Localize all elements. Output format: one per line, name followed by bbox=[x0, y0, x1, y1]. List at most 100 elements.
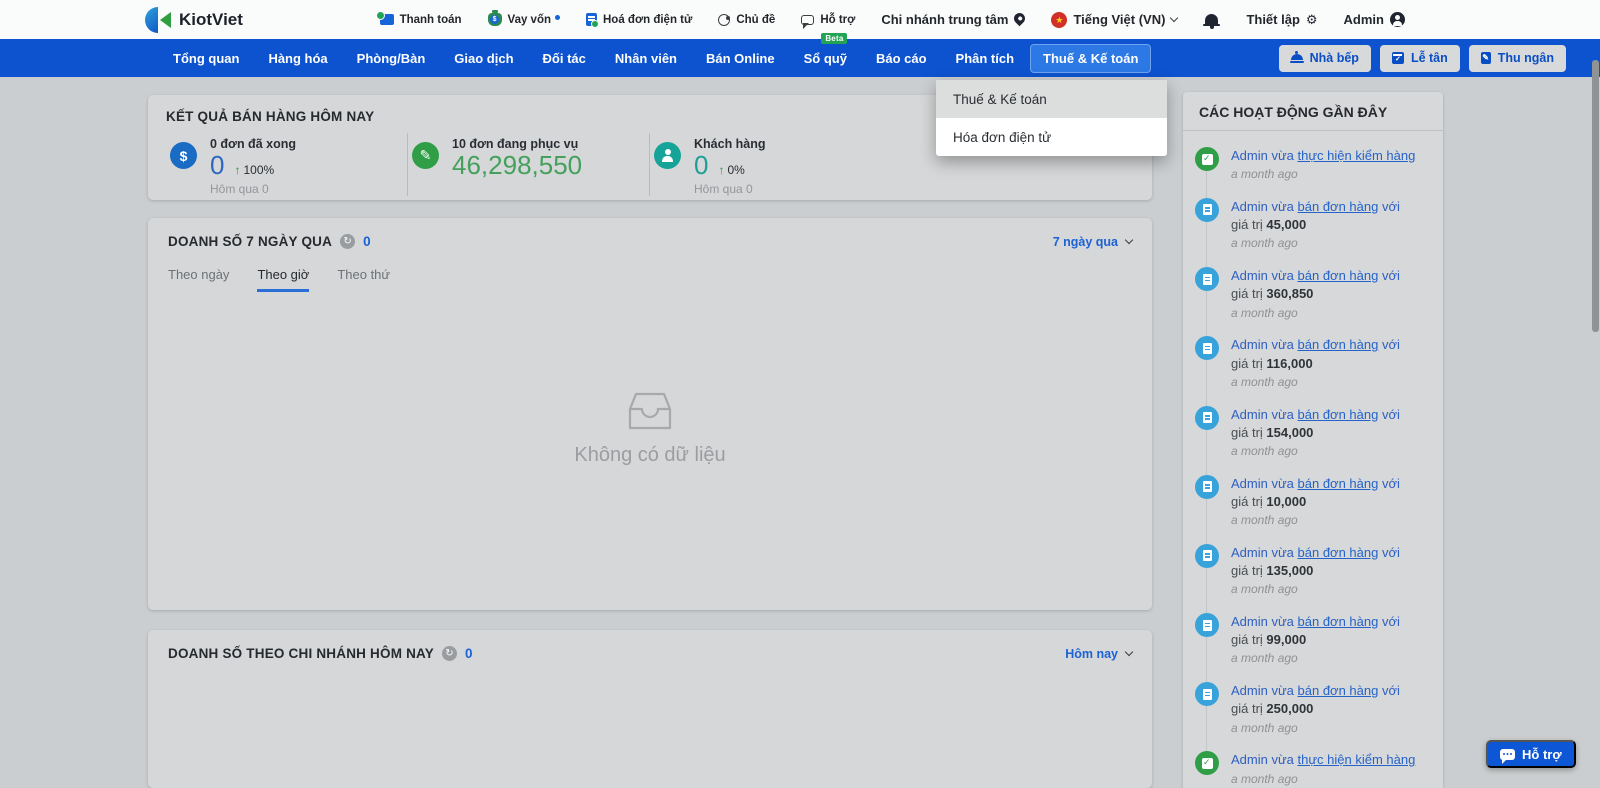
refresh-icon[interactable]: ↻ bbox=[340, 234, 356, 249]
receipt-icon bbox=[1480, 52, 1491, 64]
nav-item-ph-ng-b-n[interactable]: Phòng/Bàn bbox=[344, 44, 439, 73]
activity-item: Admin vừa thực hiện kiểm hànga month ago bbox=[1195, 147, 1431, 183]
activity-text: Admin vừa bán đơn hàng với giá trị 45,000… bbox=[1231, 198, 1400, 251]
stocktake-check-icon bbox=[1195, 147, 1219, 171]
topbar-menu: Thanh toán Vay vốn Hoá đơn điện tử Chủ đ… bbox=[375, 10, 1405, 44]
activity-timestamp: a month ago bbox=[1231, 513, 1298, 528]
nav-item-h-ng-h-a[interactable]: Hàng hóa bbox=[255, 44, 340, 73]
topbar-link-label: Vay vốn bbox=[507, 13, 551, 26]
tab-theo-th-[interactable]: Theo thứ bbox=[337, 267, 390, 292]
activity-value: 10,000 bbox=[1266, 493, 1307, 509]
activity-link[interactable]: bán đơn hàng bbox=[1298, 683, 1379, 698]
activity-item: Admin vừa bán đơn hàng với giá trị 99,000… bbox=[1195, 613, 1431, 667]
language-selector[interactable]: ★ Tiếng Việt (VN) bbox=[1051, 11, 1179, 28]
invoice-doc-icon bbox=[1195, 405, 1219, 430]
nav-item-ph-n-t-ch[interactable]: Phân tích bbox=[943, 44, 1028, 73]
activity-text: Admin vừa thực hiện kiểm hàng a month ago bbox=[1231, 148, 1416, 182]
activity-value: 360,850 bbox=[1266, 286, 1314, 302]
invoice-doc-icon bbox=[1195, 336, 1219, 361]
empty-state-text: Không có dữ liệu bbox=[574, 444, 726, 466]
up-arrow-icon: ↑ bbox=[234, 163, 241, 177]
activity-value: 45,000 bbox=[1266, 217, 1307, 233]
calendar-icon bbox=[1391, 52, 1404, 64]
topbar-link-support[interactable]: Hỗ trợ Beta bbox=[801, 14, 855, 44]
chevron-down-icon bbox=[1124, 647, 1134, 657]
tax-accounting-dropdown: Thuế & Kế toán Hóa đơn điện tử bbox=[936, 80, 1167, 156]
nav-item-s-qu-[interactable]: Sổ quỹ bbox=[791, 44, 860, 73]
cashier-button[interactable]: Thu ngân bbox=[1468, 44, 1566, 72]
topbar-link-payment[interactable]: Thanh toán bbox=[375, 11, 462, 26]
tab-theo-ng-y[interactable]: Theo ngày bbox=[168, 267, 229, 292]
activity-text: Admin vừa bán đơn hàng với giá trị 154,00… bbox=[1231, 406, 1400, 458]
user-menu[interactable]: Admin bbox=[1344, 12, 1405, 27]
activity-link[interactable]: bán đơn hàng bbox=[1298, 268, 1379, 283]
quick-button-label: Lễ tân bbox=[1410, 51, 1448, 65]
kiotviet-logo-icon bbox=[145, 6, 171, 33]
stat-sub: Hôm qua 0 bbox=[694, 182, 753, 197]
notifications-button[interactable] bbox=[1203, 13, 1221, 29]
stat-label: Khách hàng bbox=[694, 137, 766, 151]
activity-link[interactable]: bán đơn hàng bbox=[1298, 337, 1379, 352]
activity-text: Admin vừa bán đơn hàng với giá trị 250,00… bbox=[1231, 683, 1400, 735]
kitchen-dome-icon bbox=[1289, 51, 1304, 63]
nav-item-t-ng-quan[interactable]: Tổng quan bbox=[160, 44, 252, 73]
quick-button-label: Nhà bếp bbox=[1309, 51, 1359, 65]
stat-sub: Hôm qua 0 bbox=[210, 182, 269, 197]
nav-item-b-o-c-o[interactable]: Báo cáo bbox=[863, 44, 940, 73]
range-label: 7 ngày qua bbox=[1052, 234, 1118, 249]
activity-link[interactable]: bán đơn hàng bbox=[1298, 614, 1379, 629]
nav-item--i-t-c[interactable]: Đối tác bbox=[530, 44, 599, 73]
activity-timestamp: a month ago bbox=[1231, 582, 1298, 597]
range-label: Hôm nay bbox=[1065, 646, 1118, 661]
activity-link[interactable]: bán đơn hàng bbox=[1298, 476, 1379, 491]
activity-link[interactable]: thực hiện kiểm hàng bbox=[1298, 148, 1416, 163]
dropdown-item-tax-accounting[interactable]: Thuế & Kế toán bbox=[936, 80, 1167, 118]
notification-dot bbox=[555, 15, 560, 20]
activity-text: Admin vừa bán đơn hàng với giá trị 135,00… bbox=[1231, 544, 1400, 597]
sales-branch-card: DOANH SỐ THEO CHI NHÁNH HÔM NAY ↻ 0 Hôm … bbox=[148, 630, 1152, 788]
invoice-doc-icon bbox=[1195, 543, 1219, 568]
topbar-link-label: Chủ đề bbox=[736, 13, 776, 26]
branch-range-selector[interactable]: Hôm nay bbox=[1065, 646, 1134, 661]
refresh-icon[interactable]: ↻ bbox=[441, 646, 457, 661]
activity-item: Admin vừa bán đơn hàng với giá trị 154,00… bbox=[1195, 405, 1431, 460]
reception-button[interactable]: Lễ tân bbox=[1379, 44, 1460, 72]
support-icon bbox=[801, 14, 815, 29]
topbar-link-label: Hoá đơn điện tử bbox=[603, 13, 693, 26]
activity-link[interactable]: thực hiện kiểm hàng bbox=[1298, 752, 1416, 767]
sales-branch-count: 0 bbox=[464, 646, 473, 661]
topbar-link-einvoice[interactable]: Hoá đơn điện tử bbox=[586, 13, 693, 28]
nav-items: Tổng quan Hàng hóa Phòng/Bàn Giao dịch Đối t… bbox=[160, 43, 1152, 73]
empty-inbox-icon bbox=[628, 392, 672, 430]
activity-timestamp: a month ago bbox=[1231, 374, 1298, 389]
topbar-link-loan[interactable]: Vay vốn bbox=[487, 10, 560, 26]
activity-item: Admin vừa bán đơn hàng với giá trị 250,00… bbox=[1195, 682, 1431, 736]
nav-item-thu-k-to-n[interactable]: Thuế & Kế toán bbox=[1030, 43, 1152, 73]
activity-link[interactable]: bán đơn hàng bbox=[1298, 199, 1379, 214]
stat-label: 0 đơn đã xong bbox=[210, 137, 296, 151]
kitchen-button[interactable]: Nhà bếp bbox=[1278, 44, 1371, 72]
page-scrollbar-thumb[interactable] bbox=[1592, 60, 1599, 332]
support-chat-button[interactable]: Hỗ trợ bbox=[1486, 740, 1576, 768]
language-label: Tiếng Việt (VN) bbox=[1073, 12, 1166, 27]
kiotviet-logo[interactable]: KiotViet bbox=[145, 6, 243, 33]
tab-theo-gi-[interactable]: Theo giờ bbox=[257, 267, 310, 292]
nav-item-b-n-online[interactable]: Bán Online bbox=[693, 44, 788, 73]
recent-activities-title: CÁC HOẠT ĐỘNG GẦN ĐÂY bbox=[1183, 92, 1443, 131]
up-arrow-icon: ↑ bbox=[718, 163, 725, 177]
sales-week-count: 0 bbox=[363, 234, 371, 249]
vietnam-flag-icon: ★ bbox=[1051, 11, 1068, 28]
activity-link[interactable]: bán đơn hàng bbox=[1298, 545, 1379, 560]
dollar-icon: $ bbox=[170, 142, 197, 169]
nav-item-nh-n-vi-n[interactable]: Nhân viên bbox=[602, 44, 690, 73]
activity-item: Admin vừa bán đơn hàng với giá trị 116,00… bbox=[1195, 336, 1431, 390]
nav-item-giao-d-ch[interactable]: Giao dịch bbox=[441, 44, 526, 73]
sales-branch-title: DOANH SỐ THEO CHI NHÁNH HÔM NAY bbox=[168, 646, 434, 661]
invoice-doc-icon bbox=[1195, 682, 1219, 707]
activity-link[interactable]: bán đơn hàng bbox=[1298, 407, 1379, 422]
settings-button[interactable]: Thiết lập ⚙ bbox=[1246, 12, 1317, 27]
topbar-link-theme[interactable]: Chủ đề bbox=[718, 13, 776, 26]
dropdown-item-einvoice[interactable]: Hóa đơn điện tử bbox=[936, 118, 1167, 156]
branch-selector[interactable]: Chi nhánh trung tâm bbox=[881, 10, 1028, 27]
week-range-selector[interactable]: 7 ngày qua bbox=[1052, 234, 1134, 249]
